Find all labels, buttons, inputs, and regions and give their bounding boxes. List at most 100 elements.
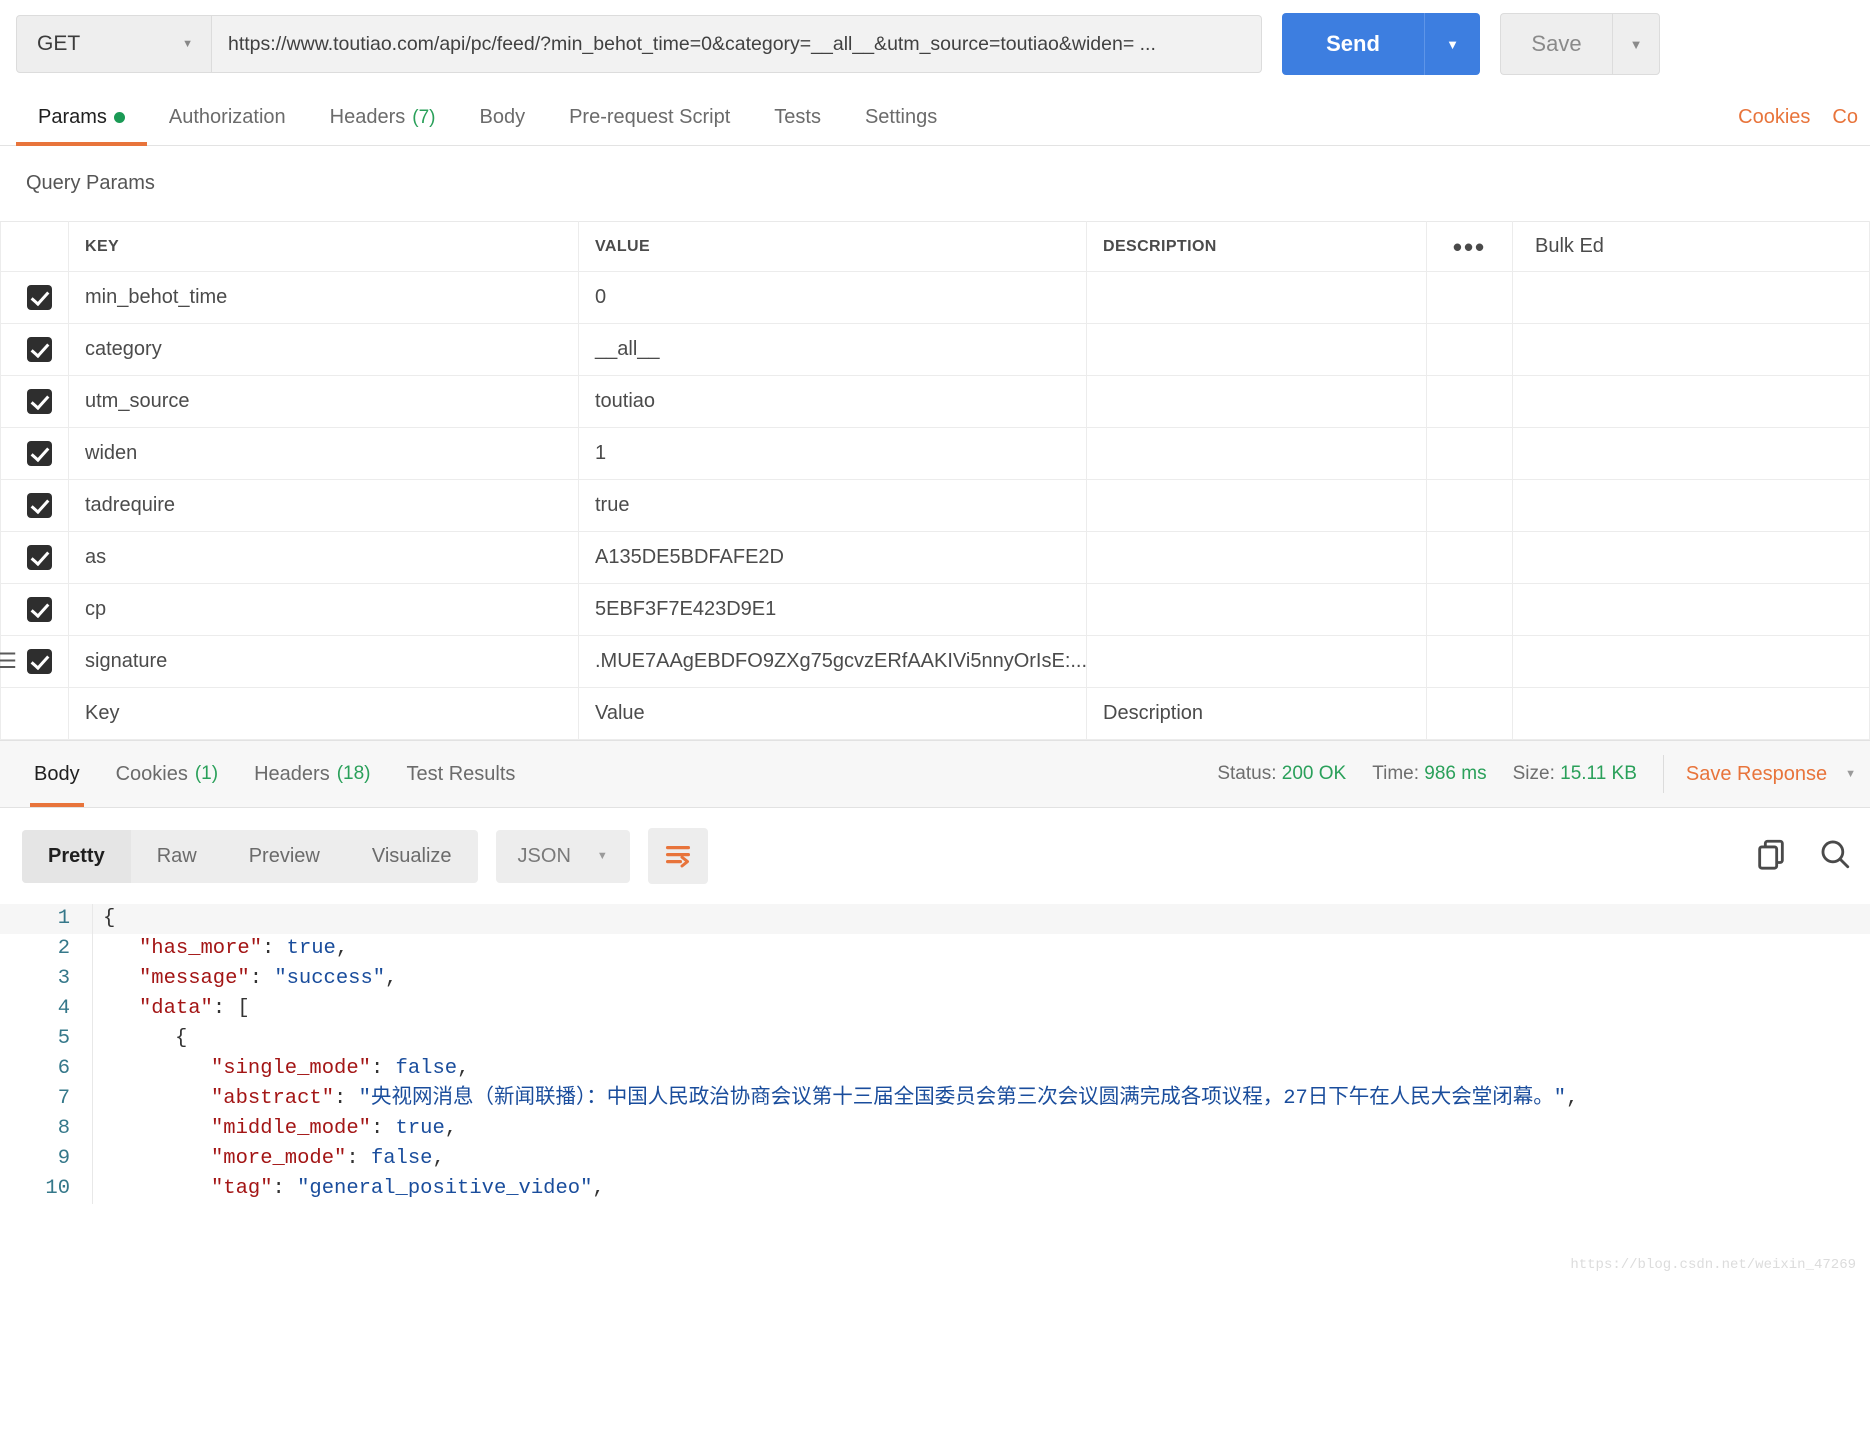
code-line[interactable]: { xyxy=(92,904,1870,934)
code-line[interactable]: "tag": "general_positive_video", xyxy=(92,1174,1870,1204)
url-input[interactable]: https://www.toutiao.com/api/pc/feed/?min… xyxy=(212,15,1262,73)
view-mode-preview[interactable]: Preview xyxy=(223,830,346,883)
param-key[interactable]: min_behot_time xyxy=(68,271,579,324)
param-value[interactable]: 0 xyxy=(578,271,1087,324)
param-description[interactable] xyxy=(1086,479,1427,532)
param-key[interactable]: as xyxy=(68,531,579,584)
param-value[interactable]: A135DE5BDFAFE2D xyxy=(578,531,1087,584)
param-description[interactable] xyxy=(1086,323,1427,376)
save-response-button[interactable]: Save Response xyxy=(1686,763,1845,786)
copy-button[interactable] xyxy=(1754,837,1788,876)
tab-tests[interactable]: Tests xyxy=(752,106,843,145)
more-options-icon[interactable]: ••• xyxy=(1427,234,1512,260)
table-row[interactable]: ☰ tadrequire true xyxy=(0,479,1870,532)
table-row[interactable]: ☰ utm_source toutiao xyxy=(0,375,1870,428)
row-enabled-checkbox[interactable] xyxy=(27,441,52,466)
new-param-value-input[interactable]: Value xyxy=(578,687,1087,740)
table-row[interactable]: ☰ signature .MUE7AAgEBDFO9ZXg75gcvzERfAA… xyxy=(0,635,1870,688)
response-tab-cookies[interactable]: Cookies (1) xyxy=(98,741,237,807)
param-value[interactable]: 5EBF3F7E423D9E1 xyxy=(578,583,1087,636)
code-line[interactable]: "data": [ xyxy=(92,994,1870,1024)
table-row[interactable]: ☰ min_behot_time 0 xyxy=(0,271,1870,324)
row-enabled-checkbox[interactable] xyxy=(27,545,52,570)
param-value[interactable]: toutiao xyxy=(578,375,1087,428)
row-enabled-checkbox[interactable] xyxy=(27,597,52,622)
row-trailing xyxy=(1512,375,1870,428)
view-mode-raw[interactable]: Raw xyxy=(131,830,223,883)
column-actions-menu[interactable]: ••• xyxy=(1426,221,1513,272)
http-method-select[interactable]: GET ▼ xyxy=(16,15,212,73)
table-row-empty[interactable]: ☰ Key Value Description xyxy=(0,687,1870,740)
view-mode-pretty[interactable]: Pretty xyxy=(22,829,131,883)
param-key[interactable]: signature xyxy=(68,635,579,688)
param-key[interactable]: cp xyxy=(68,583,579,636)
request-tabs: Params Authorization Headers (7) Body Pr… xyxy=(0,88,1870,146)
send-options-chevron-down-icon[interactable]: ▼ xyxy=(1424,13,1480,75)
save-button[interactable]: Save xyxy=(1500,13,1612,75)
wrap-lines-button[interactable] xyxy=(647,828,708,884)
param-key[interactable]: widen xyxy=(68,427,579,480)
row-actions xyxy=(1426,583,1513,636)
search-button[interactable] xyxy=(1818,837,1852,876)
tab-pre-request-script[interactable]: Pre-request Script xyxy=(547,106,752,145)
table-row[interactable]: ☰ category __all__ xyxy=(0,323,1870,376)
row-enabled-checkbox[interactable] xyxy=(27,701,52,726)
line-number: 6 xyxy=(57,1057,70,1080)
query-params-table: KEY VALUE DESCRIPTION ••• Bulk Ed ☰ min_… xyxy=(0,221,1870,740)
format-select[interactable]: JSON ▼ xyxy=(495,829,630,883)
param-description[interactable] xyxy=(1086,635,1427,688)
param-value[interactable]: 1 xyxy=(578,427,1087,480)
code-line[interactable]: "middle_mode": true, xyxy=(92,1114,1870,1144)
response-body-code[interactable]: 1{2 "has_more": true, 3 "message": "success… xyxy=(0,904,1870,1284)
send-button[interactable]: Send xyxy=(1282,13,1424,75)
code-link[interactable]: Co xyxy=(1832,106,1858,129)
new-param-key-input[interactable]: Key xyxy=(68,687,579,740)
row-checkbox-cell: ☰ xyxy=(0,583,69,636)
param-key[interactable]: tadrequire xyxy=(68,479,579,532)
param-value[interactable]: __all__ xyxy=(578,323,1087,376)
param-description[interactable] xyxy=(1086,583,1427,636)
row-enabled-checkbox[interactable] xyxy=(27,337,52,362)
param-key[interactable]: category xyxy=(68,323,579,376)
save-response-chevron-down-icon[interactable]: ▼ xyxy=(1845,768,1870,780)
tab-settings[interactable]: Settings xyxy=(843,106,959,145)
row-enabled-checkbox[interactable] xyxy=(27,389,52,414)
param-value[interactable]: .MUE7AAgEBDFO9ZXg75gcvzERfAAKIVi5nnyOrIs… xyxy=(578,635,1087,688)
row-enabled-checkbox[interactable] xyxy=(27,493,52,518)
param-description[interactable] xyxy=(1086,271,1427,324)
code-token: "general_positive_video" xyxy=(297,1177,593,1200)
tab-settings-label: Settings xyxy=(864,106,938,128)
param-description[interactable] xyxy=(1086,375,1427,428)
code-line[interactable]: "has_more": true, xyxy=(92,934,1870,964)
code-line[interactable]: "abstract": "央视网消息（新闻联播）：中国人民政治协商会议第十三届全… xyxy=(92,1084,1870,1114)
bulk-edit-button[interactable]: Bulk Ed xyxy=(1512,221,1870,272)
code-line[interactable]: "single_mode": false, xyxy=(92,1054,1870,1084)
save-options-chevron-down-icon[interactable]: ▼ xyxy=(1612,13,1660,75)
param-key[interactable]: utm_source xyxy=(68,375,579,428)
response-tab-headers[interactable]: Headers (18) xyxy=(236,741,388,807)
table-row[interactable]: ☰ as A135DE5BDFAFE2D xyxy=(0,531,1870,584)
tab-params[interactable]: Params xyxy=(16,106,147,146)
view-mode-visualize[interactable]: Visualize xyxy=(346,830,478,883)
table-row[interactable]: ☰ widen 1 xyxy=(0,427,1870,480)
param-description[interactable] xyxy=(1086,531,1427,584)
cookies-link[interactable]: Cookies xyxy=(1738,106,1810,129)
tab-body[interactable]: Body xyxy=(458,106,548,145)
tab-headers[interactable]: Headers (7) xyxy=(308,106,458,145)
param-value[interactable]: true xyxy=(578,479,1087,532)
drag-handle-icon[interactable]: ☰ xyxy=(0,651,17,672)
response-body-toolbar: Pretty Raw Preview Visualize JSON ▼ xyxy=(0,808,1870,904)
response-tab-test-results[interactable]: Test Results xyxy=(389,741,534,807)
row-enabled-checkbox[interactable] xyxy=(27,649,52,674)
code-line[interactable]: { xyxy=(92,1024,1870,1054)
code-token: true xyxy=(286,937,336,960)
param-description[interactable] xyxy=(1086,427,1427,480)
table-row[interactable]: ☰ cp 5EBF3F7E423D9E1 xyxy=(0,583,1870,636)
tab-authorization[interactable]: Authorization xyxy=(147,106,308,145)
row-enabled-checkbox[interactable] xyxy=(27,285,52,310)
code-line[interactable]: "message": "success", xyxy=(92,964,1870,994)
code-line-row: 1{ xyxy=(0,904,1870,934)
response-tab-body[interactable]: Body xyxy=(16,741,98,807)
new-param-description-input[interactable]: Description xyxy=(1086,687,1427,740)
code-line[interactable]: "more_mode": false, xyxy=(92,1144,1870,1174)
